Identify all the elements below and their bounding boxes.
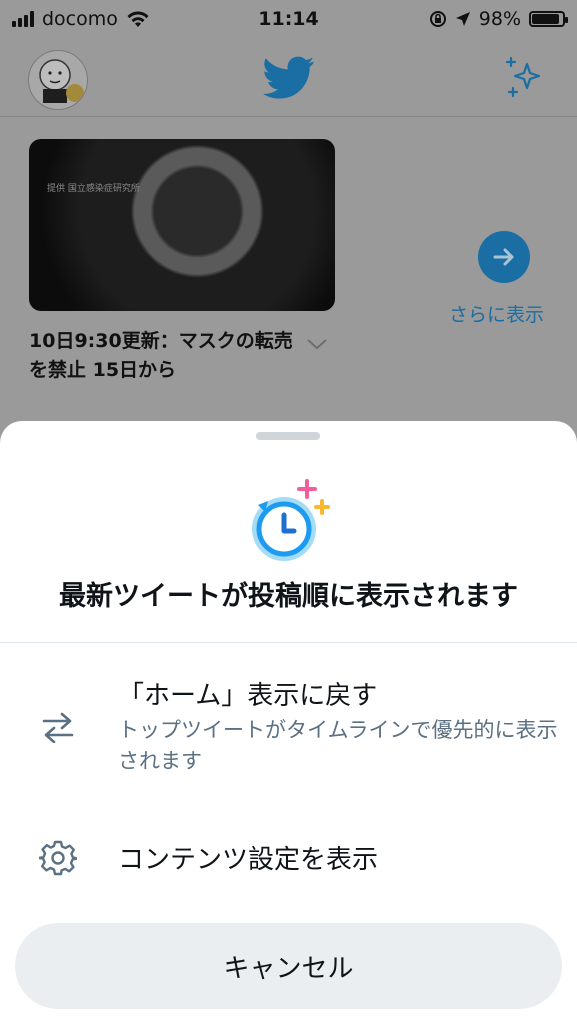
battery-level-fill [532, 14, 559, 24]
battery-icon [529, 11, 568, 27]
orientation-lock-icon [429, 11, 446, 27]
timeline-bottom-sheet: 最新ツイートが投稿順に表示されます 「ホーム」表示に戻す トップツイートがタイム… [0, 421, 577, 1024]
battery-percent: 98% [478, 8, 521, 30]
sparkle-icon[interactable] [503, 54, 549, 100]
avatar-illustration [39, 59, 84, 103]
swap-arrows-icon [42, 712, 74, 743]
gear-icon [39, 840, 77, 876]
arrow-right-icon [493, 248, 514, 266]
show-more-label[interactable]: さらに表示 [449, 300, 544, 327]
image-credit: 提供 国立感染症研究所 [47, 184, 140, 194]
sheet-drag-handle[interactable] [256, 432, 320, 440]
show-more-button[interactable] [478, 231, 530, 283]
profile-avatar[interactable] [28, 50, 88, 110]
chevron-down-icon[interactable] [306, 332, 328, 356]
news-thumbnail[interactable]: 提供 国立感染症研究所 [29, 139, 335, 311]
sheet-title: 最新ツイートが投稿順に表示されます [59, 581, 518, 612]
cancel-button[interactable]: キャンセル [15, 923, 562, 1009]
news-headline[interactable]: 10日9:30更新：マスクの転売を禁止 15日から [29, 327, 299, 385]
content-settings-option[interactable]: コンテンツ設定を表示 [0, 829, 577, 885]
return-to-home-option[interactable]: 「ホーム」表示に戻す トップツイートがタイムラインで優先的に表示されます [0, 671, 577, 791]
location-arrow-icon [455, 12, 470, 26]
app-header [0, 38, 577, 117]
content-settings-label: コンテンツ設定を表示 [118, 845, 379, 875]
return-to-home-description: トップツイートがタイムラインで優先的に表示されます [118, 718, 558, 773]
status-bar: docomo 11:14 98% [0, 0, 577, 38]
twitter-bird-icon[interactable] [263, 56, 315, 100]
latest-tweets-clock-icon [252, 479, 330, 561]
divider [0, 642, 577, 643]
return-to-home-label: 「ホーム」表示に戻す [118, 681, 378, 711]
